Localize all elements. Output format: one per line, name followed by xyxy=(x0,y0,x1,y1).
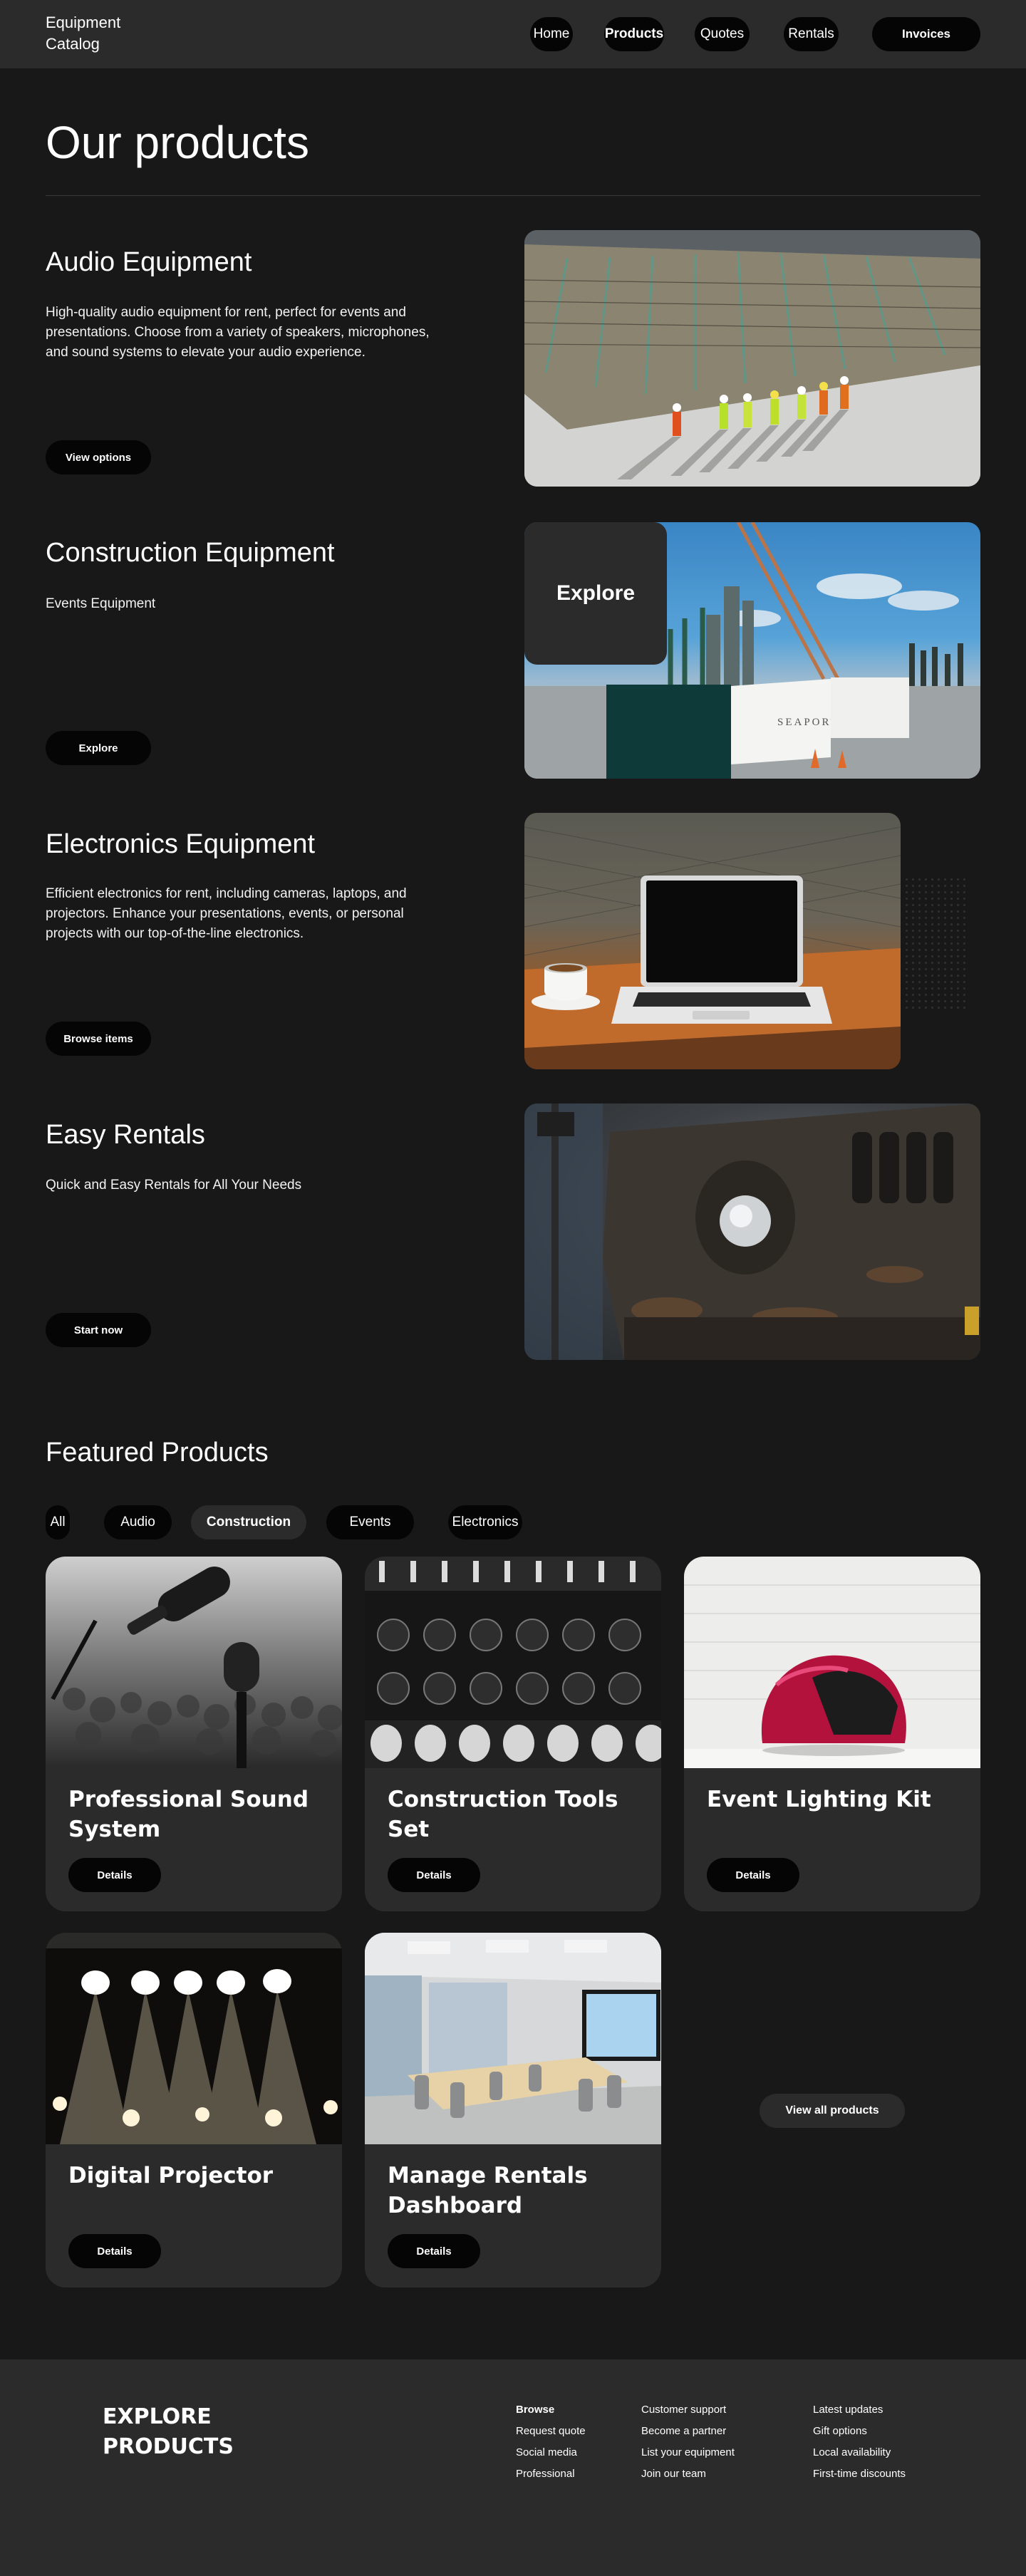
product-card[interactable]: Manage Rentals Dashboard Details xyxy=(365,1933,661,2287)
card-title[interactable]: Digital Projector xyxy=(68,2161,325,2191)
filter-electronics[interactable]: Electronics xyxy=(448,1505,522,1539)
filter-all[interactable]: All xyxy=(46,1505,70,1539)
dot-pattern-decoration xyxy=(903,876,968,1012)
laptop-illustration xyxy=(524,826,901,1069)
footer-column-support: Customer support Become a partner List y… xyxy=(641,2399,735,2485)
featured-products-heading: Featured Products xyxy=(46,1438,269,1468)
details-button[interactable]: Details xyxy=(388,1858,480,1892)
microphone-crowd-image xyxy=(46,1557,342,1768)
construction-site-illustration xyxy=(524,230,980,487)
start-now-button[interactable]: Start now xyxy=(46,1313,151,1347)
product-card[interactable]: Digital Projector Details xyxy=(46,1933,342,2287)
category-text-audio: High-quality audio equipment for rent, p… xyxy=(46,305,430,360)
footer-column-updates: Latest updates Gift options Local availa… xyxy=(813,2399,906,2485)
card-title[interactable]: Manage Rentals Dashboard xyxy=(388,2161,644,2221)
card-title[interactable]: Professional Sound System xyxy=(68,1785,325,1844)
stage-lights-image xyxy=(46,1933,342,2144)
invoices-button[interactable]: Invoices xyxy=(872,17,980,51)
footer-column-browse: Browse Request quote Social media Profes… xyxy=(516,2399,586,2485)
details-button[interactable]: Details xyxy=(388,2234,480,2268)
category-text-rentals: Quick and Easy Rentals for All Your Need… xyxy=(46,1178,302,1193)
footer: EXPLORE PRODUCTS Browse Request quote So… xyxy=(0,2359,1026,2576)
nav-home[interactable]: Home xyxy=(530,17,573,51)
brand-logo[interactable]: Equipment Catalog xyxy=(46,12,145,55)
seaport-sign-text: SEAPORT xyxy=(777,717,839,728)
footer-link[interactable]: Become a partner xyxy=(641,2421,735,2442)
product-card[interactable]: Event Lighting Kit Details xyxy=(684,1557,980,1911)
conference-room-illustration xyxy=(365,1933,661,2144)
card-title[interactable]: Event Lighting Kit xyxy=(707,1785,963,1814)
truck-illustration xyxy=(524,1103,980,1360)
filter-construction[interactable]: Construction xyxy=(191,1505,306,1539)
details-button[interactable]: Details xyxy=(68,2234,161,2268)
footer-heading-browse: Browse xyxy=(516,2404,555,2416)
helmet-illustration xyxy=(684,1557,980,1768)
page-title: Our products xyxy=(46,117,309,168)
category-heading-rentals: Easy Rentals xyxy=(46,1120,205,1150)
nav-rentals[interactable]: Rentals xyxy=(784,17,839,51)
footer-link[interactable]: Customer support xyxy=(641,2399,735,2421)
footer-brand: EXPLORE PRODUCTS xyxy=(103,2404,234,2459)
product-card[interactable]: Professional Sound System Details xyxy=(46,1557,342,1911)
product-card[interactable]: Construction Tools Set Details xyxy=(365,1557,661,1911)
details-button[interactable]: Details xyxy=(68,1858,161,1892)
browse-items-button[interactable]: Browse items xyxy=(46,1022,151,1056)
explore-button[interactable]: Explore xyxy=(46,731,151,765)
card-title[interactable]: Construction Tools Set xyxy=(388,1785,644,1844)
amplifier-image xyxy=(365,1557,661,1768)
explore-overlay-card[interactable]: Explore xyxy=(524,522,667,665)
rusty-truck-image xyxy=(524,1103,980,1360)
category-heading-audio: Audio Equipment xyxy=(46,247,252,277)
footer-link[interactable]: Gift options xyxy=(813,2421,906,2442)
title-divider xyxy=(46,195,980,196)
conference-room-image xyxy=(365,1933,661,2144)
footer-link[interactable]: Social media xyxy=(516,2442,586,2463)
category-text-construction: Events Equipment xyxy=(46,596,156,611)
footer-link[interactable]: Professional xyxy=(516,2463,586,2485)
category-text-electronics: Efficient electronics for rent, includin… xyxy=(46,886,407,941)
filter-audio[interactable]: Audio xyxy=(104,1505,172,1539)
nav-products[interactable]: Products xyxy=(604,17,664,51)
filter-events[interactable]: Events xyxy=(326,1505,414,1539)
nav-quotes[interactable]: Quotes xyxy=(695,17,750,51)
view-all-products-button[interactable]: View all products xyxy=(760,2094,905,2128)
helmet-image xyxy=(684,1557,980,1768)
footer-link[interactable]: Join our team xyxy=(641,2463,735,2485)
footer-link[interactable]: Latest updates xyxy=(813,2399,906,2421)
details-button[interactable]: Details xyxy=(707,1858,799,1892)
category-heading-construction: Construction Equipment xyxy=(46,538,335,568)
footer-link[interactable]: First-time discounts xyxy=(813,2463,906,2485)
footer-link[interactable]: List your equipment xyxy=(641,2442,735,2463)
construction-site-image xyxy=(524,230,980,487)
stage-lights-illustration xyxy=(46,1933,342,2144)
top-bar: Equipment Catalog Home Products Quotes R… xyxy=(0,0,1026,68)
category-heading-electronics: Electronics Equipment xyxy=(46,829,316,859)
laptop-table-image xyxy=(524,813,901,1069)
footer-link[interactable]: Request quote xyxy=(516,2421,586,2442)
view-options-button[interactable]: View options xyxy=(46,440,151,474)
amplifier-illustration xyxy=(365,1557,661,1768)
footer-link[interactable]: Local availability xyxy=(813,2442,906,2463)
microphone-illustration xyxy=(46,1557,342,1768)
